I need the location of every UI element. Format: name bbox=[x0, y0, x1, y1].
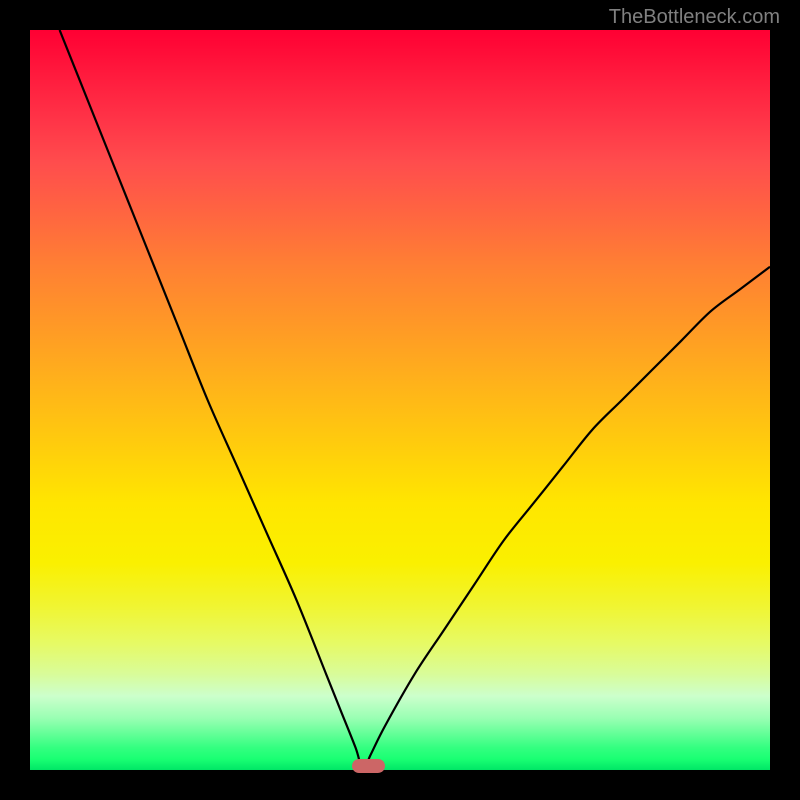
bottleneck-curve bbox=[60, 30, 770, 770]
chart-frame: TheBottleneck.com bbox=[0, 0, 800, 800]
curve-svg bbox=[30, 30, 770, 770]
watermark-text: TheBottleneck.com bbox=[609, 6, 780, 29]
optimal-marker bbox=[352, 759, 385, 773]
